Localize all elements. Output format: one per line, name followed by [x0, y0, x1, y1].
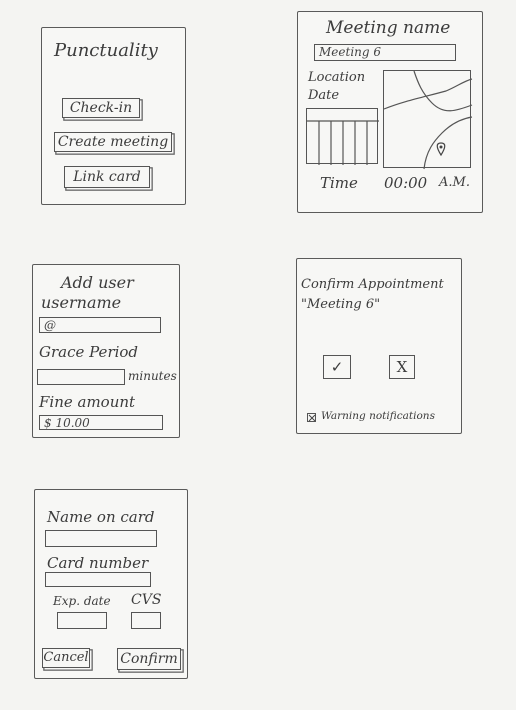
- link-card-button[interactable]: Link card: [64, 166, 150, 188]
- meeting-name-title: Meeting name: [326, 18, 451, 38]
- fine-amount-label: Fine amount: [39, 393, 136, 411]
- fine-amount-input[interactable]: $ 10.00: [39, 415, 163, 430]
- ampm-value[interactable]: A.M.: [439, 175, 470, 190]
- card-number-input[interactable]: [45, 572, 151, 587]
- name-on-card-input[interactable]: [45, 530, 157, 547]
- meeting-screen: Meeting name Meeting 6 Location Date Tim…: [297, 11, 483, 213]
- add-user-screen: Add user username @ Grace Period minutes…: [32, 264, 180, 438]
- date-label: Date: [308, 88, 340, 103]
- confirm-button[interactable]: Confirm: [117, 648, 181, 670]
- time-label: Time: [320, 174, 358, 192]
- confirm-appointment-title: Confirm Appointment: [301, 277, 444, 292]
- meeting-name-input[interactable]: Meeting 6: [314, 44, 456, 61]
- card-number-label: Card number: [47, 554, 149, 572]
- grace-period-input[interactable]: [37, 369, 125, 385]
- cancel-button[interactable]: Cancel: [42, 648, 90, 668]
- create-meeting-button[interactable]: Create meeting: [54, 132, 172, 152]
- punctuality-screen: Punctuality Check-in Create meeting Link…: [41, 27, 186, 205]
- link-card-screen: Name on card Card number Exp. date CVS C…: [34, 489, 188, 679]
- add-user-title: Add user: [61, 273, 134, 292]
- warning-checkbox[interactable]: [307, 413, 316, 422]
- check-in-button[interactable]: Check-in: [62, 98, 140, 118]
- exp-date-input[interactable]: [57, 612, 107, 629]
- calendar-grid-icon: [307, 120, 379, 165]
- minutes-label: minutes: [128, 369, 177, 383]
- cvs-input[interactable]: [131, 612, 161, 629]
- checkbox-x-icon: [308, 414, 316, 422]
- cvs-label: CVS: [131, 592, 162, 608]
- location-label: Location: [308, 70, 366, 85]
- date-calendar[interactable]: [306, 108, 379, 165]
- confirm-appointment-screen: Confirm Appointment "Meeting 6" ✓ X Warn…: [296, 258, 462, 434]
- grace-period-label: Grace Period: [39, 343, 139, 361]
- exp-date-label: Exp. date: [53, 594, 111, 608]
- accept-button[interactable]: ✓: [323, 355, 351, 379]
- username-label: username: [41, 293, 122, 312]
- punctuality-title: Punctuality: [54, 40, 158, 61]
- username-input[interactable]: @: [39, 317, 161, 333]
- location-map[interactable]: [383, 70, 473, 170]
- warning-notifications-label: Warning notifications: [321, 410, 435, 422]
- name-on-card-label: Name on card: [47, 508, 155, 526]
- meeting-name-value: "Meeting 6": [301, 297, 381, 312]
- reject-button[interactable]: X: [389, 355, 415, 379]
- time-value[interactable]: 00:00: [384, 174, 427, 192]
- map-icon: [383, 70, 473, 170]
